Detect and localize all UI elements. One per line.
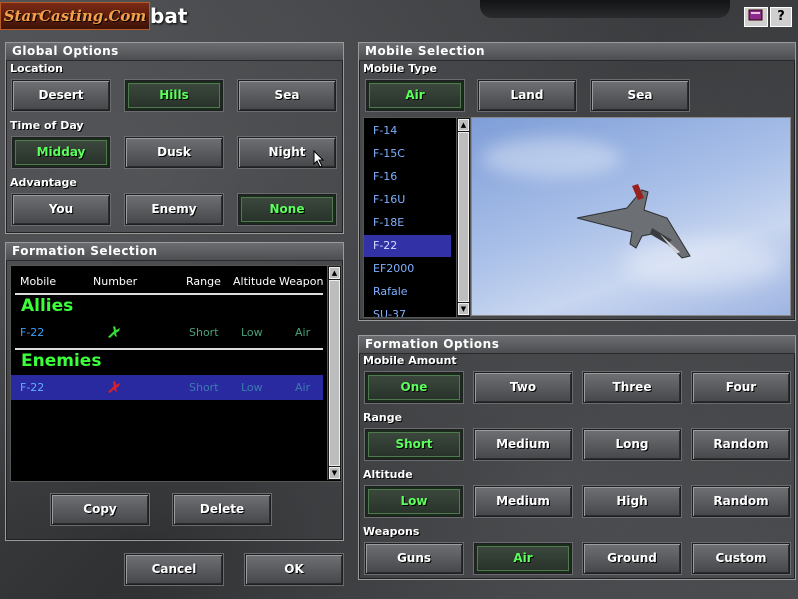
range-random-button[interactable]: Random bbox=[692, 429, 790, 460]
altitude-low-button[interactable]: Low bbox=[365, 486, 463, 517]
scroll-down-icon[interactable]: ▼ bbox=[458, 303, 469, 315]
row-range: Short bbox=[189, 381, 219, 394]
weapons-label: Weapons bbox=[363, 525, 420, 538]
scroll-thumb[interactable] bbox=[458, 132, 469, 302]
mobile-type-label: Mobile Type bbox=[363, 62, 437, 75]
row-range: Short bbox=[189, 326, 219, 339]
enemy-jet-icon bbox=[108, 381, 120, 393]
ok-button[interactable]: OK bbox=[245, 554, 343, 585]
mobile-type-air-button[interactable]: Air bbox=[366, 80, 464, 111]
row-altitude: Low bbox=[241, 326, 263, 339]
altitude-high-button[interactable]: High bbox=[583, 486, 681, 517]
enemies-group-title: Enemies bbox=[21, 351, 102, 371]
range-medium-button[interactable]: Medium bbox=[474, 429, 572, 460]
column-mobile: Mobile bbox=[20, 275, 57, 288]
mobile-type-sea-button[interactable]: Sea bbox=[591, 80, 689, 111]
mobile-item-selected[interactable]: F-22 bbox=[364, 235, 451, 257]
weapons-ground-button[interactable]: Ground bbox=[583, 543, 681, 574]
group-divider bbox=[15, 348, 323, 350]
range-long-button[interactable]: Long bbox=[583, 429, 681, 460]
column-range: Range bbox=[186, 275, 221, 288]
global-options-panel: Global Options Location Desert Hills Sea… bbox=[5, 42, 344, 234]
formation-list[interactable]: Mobile Number Range Altitude Weapons All… bbox=[10, 265, 342, 482]
title-bar: StarCasting.Com bat ? bbox=[0, 0, 798, 34]
advantage-enemy-button[interactable]: Enemy bbox=[125, 194, 223, 225]
altitude-random-button[interactable]: Random bbox=[692, 486, 790, 517]
amount-three-button[interactable]: Three bbox=[583, 372, 681, 403]
formation-selection-panel: Formation Selection Mobile Number Range … bbox=[5, 242, 344, 541]
row-altitude: Low bbox=[241, 381, 263, 394]
column-altitude: Altitude bbox=[233, 275, 276, 288]
mobile-amount-label: Mobile Amount bbox=[363, 354, 457, 367]
table-row[interactable]: F-22 Short Low Air bbox=[11, 321, 323, 343]
altitude-medium-button[interactable]: Medium bbox=[474, 486, 572, 517]
scroll-up-icon[interactable]: ▲ bbox=[458, 119, 469, 131]
advantage-label: Advantage bbox=[10, 176, 77, 189]
header-divider bbox=[15, 293, 323, 295]
title-strip bbox=[480, 0, 730, 18]
time-of-day-label: Time of Day bbox=[10, 119, 84, 132]
allies-group-title: Allies bbox=[21, 296, 74, 316]
aircraft-preview bbox=[471, 117, 791, 316]
copy-button[interactable]: Copy bbox=[51, 494, 149, 525]
book-icon[interactable] bbox=[744, 7, 768, 27]
row-weapons: Air bbox=[295, 326, 311, 339]
scroll-down-icon[interactable]: ▼ bbox=[329, 467, 340, 479]
mobile-list[interactable]: F-14 F-15C F-16 F-16U F-18E F-22 EF2000 … bbox=[363, 117, 471, 318]
advantage-you-button[interactable]: You bbox=[12, 194, 110, 225]
time-dusk-button[interactable]: Dusk bbox=[125, 137, 223, 168]
mobile-item[interactable]: F-18E bbox=[364, 212, 451, 234]
formation-selection-header: Formation Selection bbox=[6, 243, 343, 261]
column-weapons: Weapons bbox=[279, 275, 323, 288]
logo: StarCasting.Com bbox=[0, 2, 150, 30]
help-icon[interactable]: ? bbox=[770, 7, 792, 27]
range-label: Range bbox=[363, 411, 403, 424]
mobile-item[interactable]: EF2000 bbox=[364, 258, 451, 280]
location-label: Location bbox=[10, 62, 63, 75]
mobile-list-scrollbar[interactable]: ▲ ▼ bbox=[456, 118, 470, 317]
f22-jet-icon bbox=[576, 184, 691, 259]
table-row-selected[interactable]: F-22 Short Low Air bbox=[11, 375, 323, 400]
mobile-type-land-button[interactable]: Land bbox=[478, 80, 576, 111]
friendly-jet-icon bbox=[108, 326, 120, 338]
amount-one-button[interactable]: One bbox=[365, 372, 463, 403]
advantage-none-button[interactable]: None bbox=[238, 194, 336, 225]
location-hills-button[interactable]: Hills bbox=[125, 80, 223, 111]
window-title: bat bbox=[150, 4, 188, 28]
amount-two-button[interactable]: Two bbox=[474, 372, 572, 403]
scroll-up-icon[interactable]: ▲ bbox=[329, 267, 340, 279]
delete-button[interactable]: Delete bbox=[173, 494, 271, 525]
time-midday-button[interactable]: Midday bbox=[12, 137, 110, 168]
mobile-item[interactable]: F-16 bbox=[364, 166, 451, 188]
weapons-guns-button[interactable]: Guns bbox=[365, 543, 463, 574]
mouse-cursor-icon bbox=[313, 150, 325, 168]
mobile-item[interactable]: SU-37 bbox=[364, 304, 451, 317]
formation-scrollbar[interactable]: ▲ ▼ bbox=[327, 266, 341, 480]
formation-options-panel: Formation Options Mobile Amount One Two … bbox=[358, 335, 796, 580]
cancel-button[interactable]: Cancel bbox=[125, 554, 223, 585]
row-mobile: F-22 bbox=[20, 326, 45, 339]
mobile-selection-header: Mobile Selection bbox=[359, 43, 795, 61]
row-weapons: Air bbox=[295, 381, 311, 394]
mobile-item[interactable]: F-14 bbox=[364, 120, 451, 142]
location-desert-button[interactable]: Desert bbox=[12, 80, 110, 111]
mobile-item[interactable]: F-15C bbox=[364, 143, 451, 165]
mobile-item[interactable]: Rafale bbox=[364, 281, 451, 303]
weapons-air-button[interactable]: Air bbox=[474, 543, 572, 574]
location-sea-button[interactable]: Sea bbox=[238, 80, 336, 111]
altitude-label: Altitude bbox=[363, 468, 413, 481]
row-mobile: F-22 bbox=[20, 381, 45, 394]
global-options-header: Global Options bbox=[6, 43, 343, 61]
amount-four-button[interactable]: Four bbox=[692, 372, 790, 403]
range-short-button[interactable]: Short bbox=[365, 429, 463, 460]
scroll-thumb[interactable] bbox=[329, 280, 340, 466]
weapons-custom-button[interactable]: Custom bbox=[692, 543, 790, 574]
mobile-item[interactable]: F-16U bbox=[364, 189, 451, 211]
column-number: Number bbox=[93, 275, 138, 288]
formation-options-header: Formation Options bbox=[359, 336, 795, 354]
mobile-selection-panel: Mobile Selection Mobile Type Air Land Se… bbox=[358, 42, 796, 321]
